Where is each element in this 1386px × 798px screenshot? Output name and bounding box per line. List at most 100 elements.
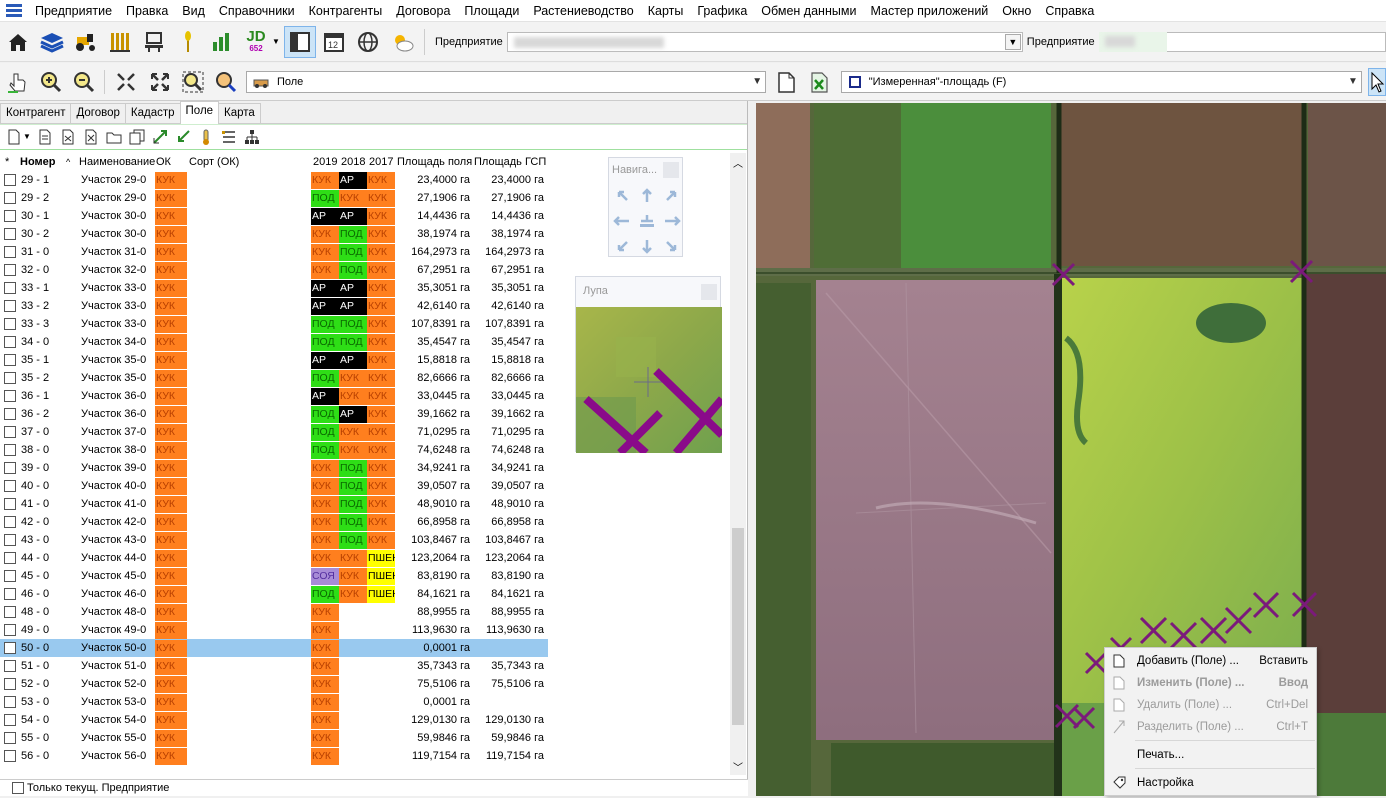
document-icon[interactable] [36,128,54,146]
row-checkbox[interactable] [4,732,16,744]
row-checkbox[interactable] [4,714,16,726]
table-row[interactable]: 49 - 0 Участок 49-0 КУК КУК 113,9630 га 113,9… [0,621,548,639]
table-row[interactable]: 54 - 0 Участок 54-0 КУК КУК 129,0130 га 129,0… [0,711,548,729]
wheat-icon[interactable] [172,26,204,58]
tab-3[interactable]: Поле [179,101,220,124]
column-header-number[interactable]: Номер [20,153,56,171]
new-record-icon[interactable] [5,128,23,146]
chevron-down-icon[interactable]: ▼ [1348,76,1358,87]
menu-item[interactable]: Правка [119,0,175,22]
context-menu-item[interactable]: Разделить (Поле) ... Ctrl+T [1105,716,1316,738]
enterprise-select[interactable]: ▼ [506,31,1023,52]
tab-1[interactable]: Договор [70,103,126,123]
row-checkbox[interactable] [4,246,16,258]
row-checkbox[interactable] [4,444,16,456]
table-row[interactable]: 43 - 0 Участок 43-0 КУК КУК ПОД КУК 103,8467 г… [0,531,548,549]
hierarchy-icon[interactable] [243,128,261,146]
row-checkbox[interactable] [4,552,16,564]
context-menu-item[interactable]: Удалить (Поле) ... Ctrl+Del [1105,694,1316,716]
zoom-selection-icon[interactable] [211,66,242,98]
menu-item[interactable]: Площади [457,0,526,22]
table-row[interactable]: 40 - 0 Участок 40-0 КУК КУК ПОД КУК 39,0507 га… [0,477,548,495]
row-checkbox[interactable] [4,750,16,762]
table-row[interactable]: 35 - 1 Участок 35-0 КУК АР АР КУК 15,8818 га 15… [0,351,548,369]
table-row[interactable]: 44 - 0Участок 44-0КУККУККУКПШЕН123,2064 … [0,549,548,567]
row-checkbox[interactable] [4,282,16,294]
row-checkbox[interactable] [4,390,16,402]
jd-icon[interactable]: JD 652 [240,26,272,58]
table-row[interactable]: 38 - 0 Участок 38-0 КУК ПОД КУК КУК 74,6248 га… [0,441,548,459]
menu-item[interactable]: Контрагенты [302,0,390,22]
table-row[interactable]: 50 - 0 Участок 50-0 КУК КУК 0,0001 га [0,639,548,657]
menu-item[interactable]: Обмен данными [754,0,863,22]
excel-export-icon[interactable] [803,66,834,98]
row-checkbox[interactable] [4,210,16,222]
pointer-hand-icon[interactable] [2,66,33,98]
chevron-down-icon[interactable]: ▼ [752,76,762,87]
navigation-close-icon[interactable] [663,162,679,178]
column-header-star[interactable]: * [5,153,9,171]
context-menu-item[interactable]: Настройка [1105,772,1316,794]
document-x-icon[interactable] [82,128,100,146]
row-checkbox[interactable] [4,264,16,276]
column-header-area[interactable]: Площадь поля [397,153,472,171]
table-row[interactable]: 29 - 1 Участок 29-0 КУК КУК АР КУК 23,4000 га 2… [0,171,548,189]
document-delete-icon[interactable] [59,128,77,146]
table-row[interactable]: 42 - 0 Участок 42-0 КУК КУК ПОД КУК 66,8958 га… [0,513,548,531]
menu-item[interactable]: Растениеводство [526,0,640,22]
only-current-checkbox[interactable] [12,782,24,794]
new-document-icon[interactable] [770,66,801,98]
table-row[interactable]: 32 - 0 Участок 32-0 КУК КУК ПОД КУК 67,2951 га… [0,261,548,279]
menu-item[interactable]: Вид [175,0,212,22]
calendar-icon[interactable]: 12 [318,26,350,58]
row-checkbox[interactable] [4,696,16,708]
row-checkbox[interactable] [4,192,16,204]
row-checkbox[interactable] [4,336,16,348]
table-row[interactable]: 52 - 0 Участок 52-0 КУК КУК 75,5106 га 75,510… [0,675,548,693]
column-header-sort[interactable]: Сорт (ОК) [189,153,239,171]
row-checkbox[interactable] [4,174,16,186]
table-row[interactable]: 39 - 0 Участок 39-0 КУК КУК ПОД КУК 34,9241 га… [0,459,548,477]
column-header-name[interactable]: Наименование [79,153,155,171]
chevron-down-icon[interactable]: ▼ [1004,33,1021,50]
menu-item[interactable]: Мастер приложений [863,0,995,22]
jd-dropdown-icon[interactable]: ▼ [272,37,282,46]
column-header-gsp[interactable]: Площадь ГСП [474,153,546,171]
table-row[interactable]: 34 - 0 Участок 34-0 КУК ПОД ПОД КУК 35,4547 га… [0,333,548,351]
chevron-down-icon[interactable]: ▼ [23,132,31,141]
context-menu-item[interactable]: Изменить (Поле) ... Ввод [1105,672,1316,694]
table-row[interactable]: 51 - 0 Участок 51-0 КУК КУК 35,7343 га 35,734… [0,657,548,675]
column-header-ok[interactable]: ОК [156,153,171,171]
table-row[interactable]: 33 - 1 Участок 33-0 КУК АР АР КУК 35,3051 га 35… [0,279,548,297]
home-icon[interactable] [2,26,34,58]
tab-4[interactable]: Карта [218,103,261,123]
table-row[interactable]: 36 - 2 Участок 36-0 КУК ПОД АР КУК 39,1662 га 3… [0,405,548,423]
table-row[interactable]: 36 - 1 Участок 36-0 КУК АР КУК КУК 33,0445 га 3… [0,387,548,405]
table-row[interactable]: 30 - 2 Участок 30-0 КУК КУК ПОД КУК 38,1974 га… [0,225,548,243]
table-row[interactable]: 33 - 2 Участок 33-0 КУК АР АР КУК 42,6140 га 42… [0,297,548,315]
copy-icon[interactable] [128,128,146,146]
table-row[interactable]: 41 - 0 Участок 41-0 КУК КУК ПОД КУК 48,9010 га… [0,495,548,513]
tab-2[interactable]: Кадастр [124,103,181,123]
table-row[interactable]: 56 - 0 Участок 56-0 КУК КУК 119,7154 га 119,7… [0,747,548,765]
enterprise-code-field[interactable] [1098,31,1167,52]
zoom-in-icon[interactable] [35,66,66,98]
table-row[interactable]: 29 - 2 Участок 29-0 КУК ПОД КУК КУК 27,1906 га… [0,189,548,207]
context-menu-item[interactable]: Печать... [1105,744,1316,766]
row-checkbox[interactable] [4,534,16,546]
table-row[interactable]: 45 - 0Участок 45-0КУКСОЯКУКПШЕН83,8190 г… [0,567,548,585]
row-checkbox[interactable] [4,588,16,600]
vertical-scrollbar[interactable]: ︿ ﹀ [730,153,746,775]
layers-icon[interactable] [36,26,68,58]
scroll-down-icon[interactable]: ﹀ [733,759,743,774]
table-row[interactable]: 31 - 0 Участок 31-0 КУК КУК ПОД КУК 164,2973 г… [0,243,548,261]
expand-icon[interactable] [151,128,169,146]
table-row[interactable]: 53 - 0 Участок 53-0 КУК КУК 0,0001 га [0,693,548,711]
column-header-2018[interactable]: 2018 [341,153,365,171]
menu-item[interactable]: Справочники [212,0,302,22]
tractor-icon[interactable] [70,26,102,58]
column-header-2017[interactable]: 2017 [369,153,393,171]
tab-0[interactable]: Контрагент [0,103,72,123]
row-checkbox[interactable] [4,642,16,654]
globe-icon[interactable] [352,26,384,58]
